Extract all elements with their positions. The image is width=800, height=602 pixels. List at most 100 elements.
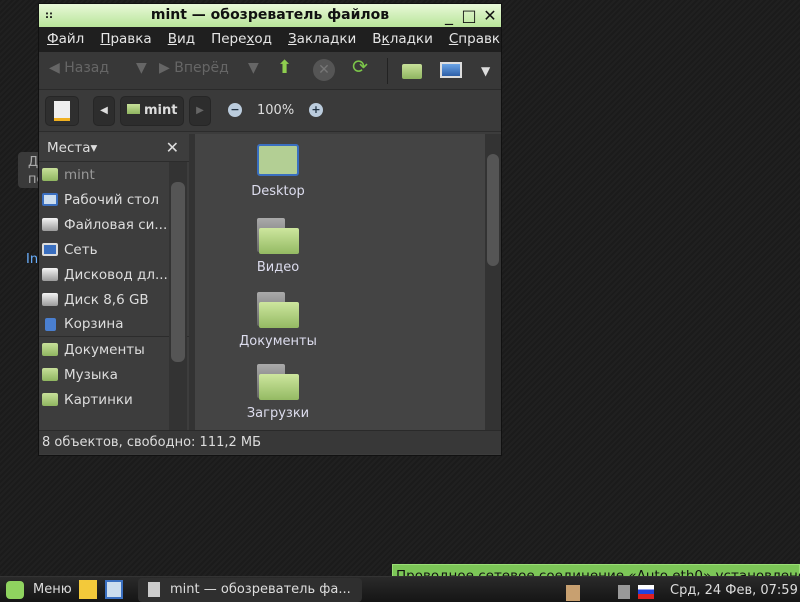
scrollbar-thumb[interactable] — [171, 182, 185, 362]
computer-icon[interactable] — [440, 62, 462, 78]
back-button[interactable]: ◀ Назад — [49, 60, 109, 76]
forward-label: Вперёд — [174, 60, 229, 76]
show-desktop-icon[interactable] — [105, 580, 123, 599]
menu-view[interactable]: Вид — [160, 27, 203, 52]
sidebar-item-desktop[interactable]: Рабочий стол — [39, 187, 189, 212]
chevron-right-icon: ▶ — [196, 105, 204, 116]
file-item-desktop[interactable]: Desktop — [218, 144, 338, 199]
reload-icon[interactable]: ⟳ — [352, 56, 368, 78]
maximize-button[interactable]: □ — [459, 4, 479, 27]
back-history-icon[interactable]: ▼ — [136, 60, 147, 76]
menu-help[interactable]: Справка — [441, 27, 501, 52]
sidebar-item-label: Музыка — [64, 366, 118, 383]
sidebar-item-label: Документы — [64, 341, 145, 358]
window-menu-icon[interactable]: :: — [45, 4, 53, 27]
forward-button[interactable]: ▶ Вперёд — [159, 60, 229, 76]
menu-file[interactable]: Файл — [39, 27, 92, 52]
menu-bookmarks[interactable]: Закладки — [280, 27, 364, 52]
toolbar: ◀ Назад ▼ ▶ Вперёд ▼ ⬆ ✕ ⟳ ▼ — [39, 52, 501, 90]
sidebar-item-filesystem[interactable]: Файловая си... — [39, 212, 189, 237]
places-sidebar: Места▾ ✕ mint Рабочий стол Файловая си...… — [39, 134, 189, 430]
volume-icon[interactable] — [618, 585, 630, 599]
sidebar-item-mint[interactable]: mint — [39, 162, 189, 187]
folder-icon — [42, 393, 58, 406]
menu-bar: Файл Правка Вид Переход Закладки Вкладки… — [39, 27, 501, 52]
sidebar-item-label: Диск 8,6 GB — [64, 291, 149, 308]
stop-icon[interactable]: ✕ — [313, 59, 335, 81]
sidebar-item-label: Картинки — [64, 391, 133, 408]
chevron-left-icon: ◀ — [100, 105, 108, 116]
close-button[interactable]: ✕ — [480, 4, 500, 27]
file-item-video[interactable]: Видео — [218, 218, 338, 275]
location-bar: ◀ mint ▶ − 100% + — [39, 90, 501, 132]
path-label: mint — [144, 103, 178, 118]
zoom-in-icon[interactable]: + — [309, 103, 323, 117]
folder-icon — [257, 364, 299, 400]
places-list: mint Рабочий стол Файловая си... Сеть Ди… — [39, 162, 189, 412]
file-label: Видео — [256, 260, 300, 275]
background-link[interactable]: In — [26, 252, 38, 267]
file-label: Desktop — [251, 184, 305, 199]
clock[interactable]: Срд, 24 Фев, 07:59 — [670, 583, 798, 598]
home-icon[interactable] — [402, 64, 422, 79]
menu-go[interactable]: Переход — [203, 27, 280, 52]
places-dropdown[interactable]: Места▾ — [47, 140, 97, 156]
file-label: Загрузки — [246, 406, 310, 421]
close-sidebar-icon[interactable]: ✕ — [166, 138, 179, 157]
text-editor-launcher-icon[interactable] — [79, 580, 97, 599]
file-item-downloads[interactable]: Загрузки — [218, 364, 338, 421]
home-folder-icon — [42, 168, 58, 181]
sidebar-item-network[interactable]: Сеть — [39, 237, 189, 262]
zoom-out-icon[interactable]: − — [228, 103, 242, 117]
icon-view: Desktop Видео Документы Загрузки — [195, 134, 485, 430]
sidebar-bookmark-music[interactable]: Музыка — [39, 362, 189, 387]
folder-icon — [257, 218, 299, 254]
sidebar-item-label: Файловая си... — [64, 216, 168, 233]
zoom-level: 100% — [257, 103, 295, 118]
scrollbar-thumb[interactable] — [487, 154, 499, 266]
taskbar-window-button[interactable]: mint — обозреватель фа... — [138, 578, 362, 602]
title-bar[interactable]: :: mint — обозреватель файлов _ □ ✕ — [39, 4, 501, 27]
desktop-folder-icon — [257, 144, 299, 176]
places-title: Места — [47, 140, 91, 156]
drive-icon — [42, 293, 58, 306]
location-toggle-button[interactable] — [45, 96, 79, 126]
overflow-icon[interactable]: ▼ — [481, 64, 490, 78]
sidebar-item-disk[interactable]: Диск 8,6 GB — [39, 287, 189, 312]
sidebar-item-label: Сеть — [64, 241, 98, 258]
path-forward-button[interactable]: ▶ — [189, 96, 211, 126]
sidebar-header: Места▾ ✕ — [39, 134, 189, 162]
edit-icon — [54, 101, 70, 121]
sidebar-bookmark-documents[interactable]: Документы — [39, 337, 189, 362]
sidebar-bookmark-pictures[interactable]: Картинки — [39, 387, 189, 412]
menu-button[interactable]: Меню — [33, 582, 72, 597]
sidebar-item-trash[interactable]: Корзина — [39, 312, 189, 337]
window-title: mint — обозреватель файлов — [150, 7, 390, 23]
up-icon[interactable]: ⬆ — [277, 57, 292, 78]
content-scrollbar[interactable] — [485, 134, 501, 430]
sidebar-item-label: Рабочий стол — [64, 191, 159, 208]
network-icon — [42, 243, 58, 256]
drive-icon — [42, 218, 58, 231]
back-label: Назад — [64, 60, 110, 76]
menu-edit[interactable]: Правка — [92, 27, 159, 52]
task-label: mint — обозреватель фа... — [170, 582, 351, 597]
clipboard-icon[interactable] — [566, 585, 580, 601]
file-item-documents[interactable]: Документы — [218, 292, 338, 349]
menu-tabs[interactable]: Вкладки — [364, 27, 441, 52]
folder-icon — [42, 343, 58, 356]
path-back-button[interactable]: ◀ — [93, 96, 115, 126]
minimize-button[interactable]: _ — [439, 4, 459, 27]
status-bar: 8 объектов, свободно: 111,2 МБ — [39, 430, 501, 454]
path-button-mint[interactable]: mint — [120, 96, 184, 126]
file-cabinet-icon — [148, 582, 160, 597]
sidebar-scrollbar[interactable] — [169, 162, 187, 430]
toolbar-separator — [387, 58, 388, 84]
sidebar-item-floppy[interactable]: Дисковод дл... — [39, 262, 189, 287]
floppy-icon — [42, 268, 58, 281]
folder-icon — [257, 292, 299, 328]
file-manager-window: :: mint — обозреватель файлов _ □ ✕ Файл… — [38, 3, 502, 456]
forward-history-icon[interactable]: ▼ — [248, 60, 259, 76]
home-folder-icon — [127, 104, 140, 114]
keyboard-layout-flag-icon[interactable] — [638, 585, 654, 599]
